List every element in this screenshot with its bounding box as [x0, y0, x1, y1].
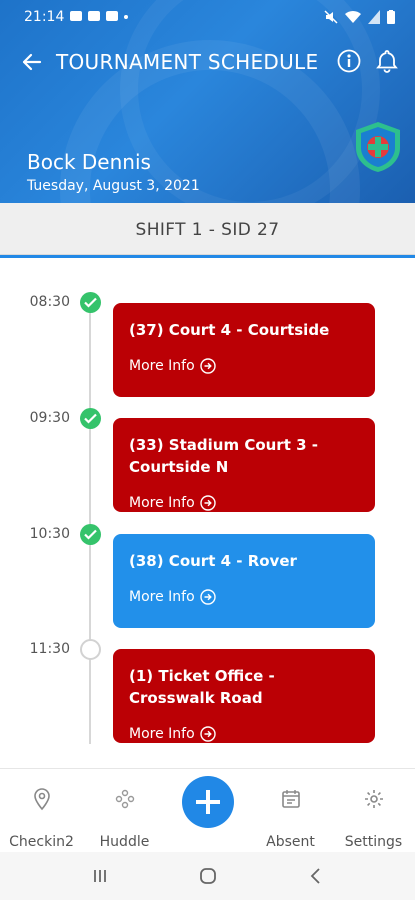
tournament-logo-icon [356, 122, 400, 172]
nav-label: Huddle [99, 834, 150, 850]
more-info-label: More Info [129, 589, 195, 605]
shift-tab-indicator [0, 255, 415, 258]
youtube-icon [88, 11, 100, 21]
back-arrow-icon[interactable] [18, 48, 46, 76]
gallery-icon [70, 11, 82, 21]
time-label: 11:30 [29, 641, 70, 657]
location-pin-icon [34, 788, 50, 811]
nav-label: Absent [266, 834, 315, 850]
nav-checkin[interactable]: Checkin2 [0, 769, 83, 853]
calendar-icon [282, 790, 300, 808]
shift-tab[interactable]: SHIFT 1 - SID 27 [0, 220, 415, 240]
recent-apps-icon[interactable] [88, 864, 112, 888]
time-label: 10:30 [29, 526, 70, 542]
schedule-card[interactable]: (33) Stadium Court 3 - Courtside N More … [113, 418, 375, 512]
arrow-circle-right-icon [199, 726, 216, 742]
notification-icons [70, 11, 128, 21]
completed-check-icon [80, 524, 101, 545]
schedule-card[interactable]: (1) Ticket Office - Crosswalk Road More … [113, 649, 375, 743]
pending-circle-icon [80, 639, 101, 660]
time-label: 09:30 [29, 410, 70, 426]
arrow-circle-right-icon [199, 495, 216, 511]
schedule-date: Tuesday, August 3, 2021 [27, 178, 200, 194]
system-back-icon[interactable] [304, 864, 328, 888]
shift-tab-bar: SHIFT 1 - SID 27 [0, 203, 415, 255]
mute-icon [324, 10, 338, 24]
more-info-link[interactable]: More Info [129, 726, 216, 742]
bell-icon[interactable] [374, 48, 400, 74]
huddle-group-icon [115, 789, 135, 809]
status-bar: 21:14 [0, 0, 415, 34]
more-info-label: More Info [129, 358, 195, 374]
home-icon[interactable] [196, 864, 220, 888]
schedule-card[interactable]: (37) Court 4 - Courtside More Info [113, 303, 375, 397]
nav-label: Settings [344, 834, 403, 850]
card-title: (1) Ticket Office - Crosswalk Road [129, 667, 275, 707]
more-dot-icon [124, 15, 128, 19]
schedule-card[interactable]: (38) Court 4 - Rover More Info [113, 534, 375, 628]
wifi-icon [345, 10, 361, 23]
system-navigation-bar [0, 852, 415, 900]
signal-icon [368, 10, 380, 24]
info-icon[interactable] [337, 49, 361, 73]
more-info-link[interactable]: More Info [129, 358, 216, 374]
nav-label: Checkin2 [9, 834, 74, 850]
system-status-icons [324, 10, 395, 24]
battery-icon [387, 10, 395, 24]
add-button[interactable] [182, 776, 234, 828]
cloud-icon [106, 11, 118, 21]
status-time: 21:14 [24, 9, 65, 25]
card-title: (38) Court 4 - Rover [129, 552, 297, 570]
card-title: (33) Stadium Court 3 - Courtside N [129, 436, 318, 476]
more-info-link[interactable]: More Info [129, 495, 216, 511]
nav-settings[interactable]: Settings [332, 769, 415, 853]
app-header: 21:14 TOURNAMENT SCHEDULE Bock Dennis Tu… [0, 0, 415, 203]
card-title: (37) Court 4 - Courtside [129, 321, 330, 339]
arrow-circle-right-icon [199, 358, 216, 374]
toolbar: TOURNAMENT SCHEDULE [0, 40, 415, 84]
time-label: 08:30 [29, 294, 70, 310]
arrow-circle-right-icon [199, 589, 216, 605]
nav-absent[interactable]: Absent [249, 769, 332, 853]
user-name: Bock Dennis [27, 150, 151, 174]
page-title: TOURNAMENT SCHEDULE [56, 50, 319, 74]
nav-huddle[interactable]: Huddle [83, 769, 166, 853]
completed-check-icon [80, 292, 101, 313]
completed-check-icon [80, 408, 101, 429]
timeline-line [89, 302, 91, 744]
more-info-label: More Info [129, 726, 195, 742]
more-info-label: More Info [129, 495, 195, 511]
gear-icon [365, 790, 383, 808]
more-info-link[interactable]: More Info [129, 589, 216, 605]
